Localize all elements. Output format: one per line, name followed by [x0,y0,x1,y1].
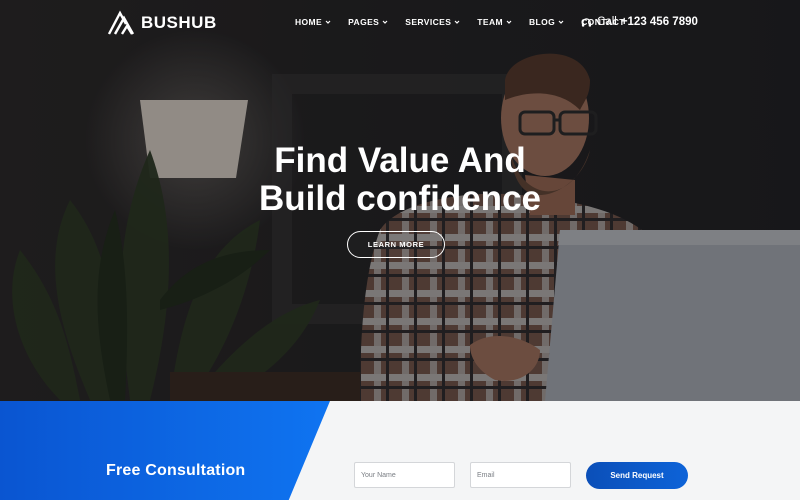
consultation-banner [0,401,330,500]
phone-label: Call [597,16,617,28]
nav-item-label: SERVICES [405,17,452,27]
hero-title-line2: Build confidence [259,179,541,218]
headset-icon [581,17,592,27]
brand-name: BUSHUB [141,13,217,32]
learn-more-button[interactable]: LEARN MORE [347,231,445,258]
nav-item-team[interactable]: TEAM [477,17,512,27]
chevron-down-icon [506,20,512,24]
consultation-title: Free Consultation [106,462,246,479]
hero-section: BUSHUB HOME PAGES SERVICES TEAM BLOG CON… [0,0,800,401]
nav-item-home[interactable]: HOME [295,17,331,27]
bushub-logo-icon [107,10,135,35]
nav-item-label: TEAM [477,17,503,27]
nav-item-label: PAGES [348,17,380,27]
brand-logo[interactable]: BUSHUB [107,10,217,36]
email-field[interactable]: Email [470,462,571,488]
name-field[interactable]: Your Name [354,462,455,488]
nav-item-pages[interactable]: PAGES [348,17,388,27]
chevron-down-icon [325,20,331,24]
chevron-down-icon [454,20,460,24]
chevron-down-icon [558,20,564,24]
phone-contact[interactable]: Call +123 456 7890 [581,16,698,28]
nav-item-label: HOME [295,17,323,27]
nav-item-blog[interactable]: BLOG [529,17,564,27]
site-header: BUSHUB HOME PAGES SERVICES TEAM BLOG CON… [0,0,800,46]
hero-title-line1: Find Value And [274,141,526,180]
nav-item-label: BLOG [528,17,556,27]
chevron-down-icon [382,20,388,24]
send-request-button[interactable]: Send Request [586,462,688,489]
consultation-section: Free Consultation Your Name Email Send R… [0,401,800,500]
nav-item-services[interactable]: SERVICES [405,17,460,27]
phone-number: +123 456 7890 [620,16,698,28]
hero-title: Find Value And Build confidence [0,142,800,218]
